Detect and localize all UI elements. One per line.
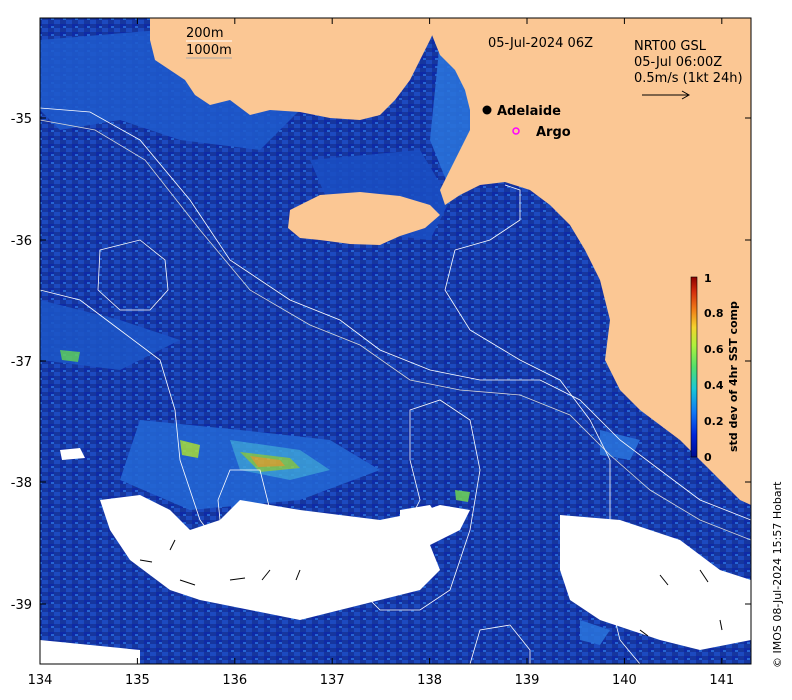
place-label: Argo	[536, 125, 571, 140]
colorbar-tick: 0.8	[704, 307, 724, 320]
isobath-1000m-label: 1000m	[186, 43, 232, 58]
colorbar-ramp	[690, 276, 698, 458]
current-scale-label: 0.5m/s (1kt 24h)	[634, 71, 743, 86]
sst-field	[40, 18, 751, 664]
x-tick-label: 137	[320, 673, 345, 688]
x-tick-label: 139	[515, 673, 540, 688]
y-tick-label: -39	[11, 598, 32, 613]
colorbar-tick: 1	[704, 272, 712, 285]
place-label: Adelaide	[497, 104, 561, 119]
current-time-label: 05-Jul 06:00Z	[634, 55, 722, 70]
y-tick-label: -35	[11, 112, 32, 127]
x-tick-label: 136	[222, 673, 247, 688]
x-tick-label: 141	[709, 673, 734, 688]
x-tick-label: 140	[612, 673, 637, 688]
x-tick-label: 138	[417, 673, 442, 688]
city-dot-icon	[482, 105, 492, 115]
y-tick-label: -37	[11, 355, 32, 370]
current-source-label: NRT00 GSL	[634, 39, 707, 54]
x-tick-label: 134	[28, 673, 53, 688]
colorbar-label: std dev of 4hr SST comp	[727, 301, 740, 452]
credit-label: © IMOS 08-Jul-2024 15:57 Hobart	[771, 481, 784, 668]
timestamp-label: 05-Jul-2024 06Z	[488, 36, 593, 51]
sst-map: 134 135 136 137 138 139 140 141 -35 -36 …	[11, 17, 784, 688]
y-tick-label: -36	[11, 234, 32, 249]
colorbar-tick: 0	[704, 451, 712, 464]
colorbar-tick: 0.2	[704, 415, 724, 428]
x-tick-label: 135	[125, 673, 150, 688]
colorbar-tick: 0.4	[704, 379, 724, 392]
colorbar-tick: 0.6	[704, 343, 724, 356]
y-tick-label: -38	[11, 476, 32, 491]
isobath-200m-label: 200m	[186, 26, 223, 41]
